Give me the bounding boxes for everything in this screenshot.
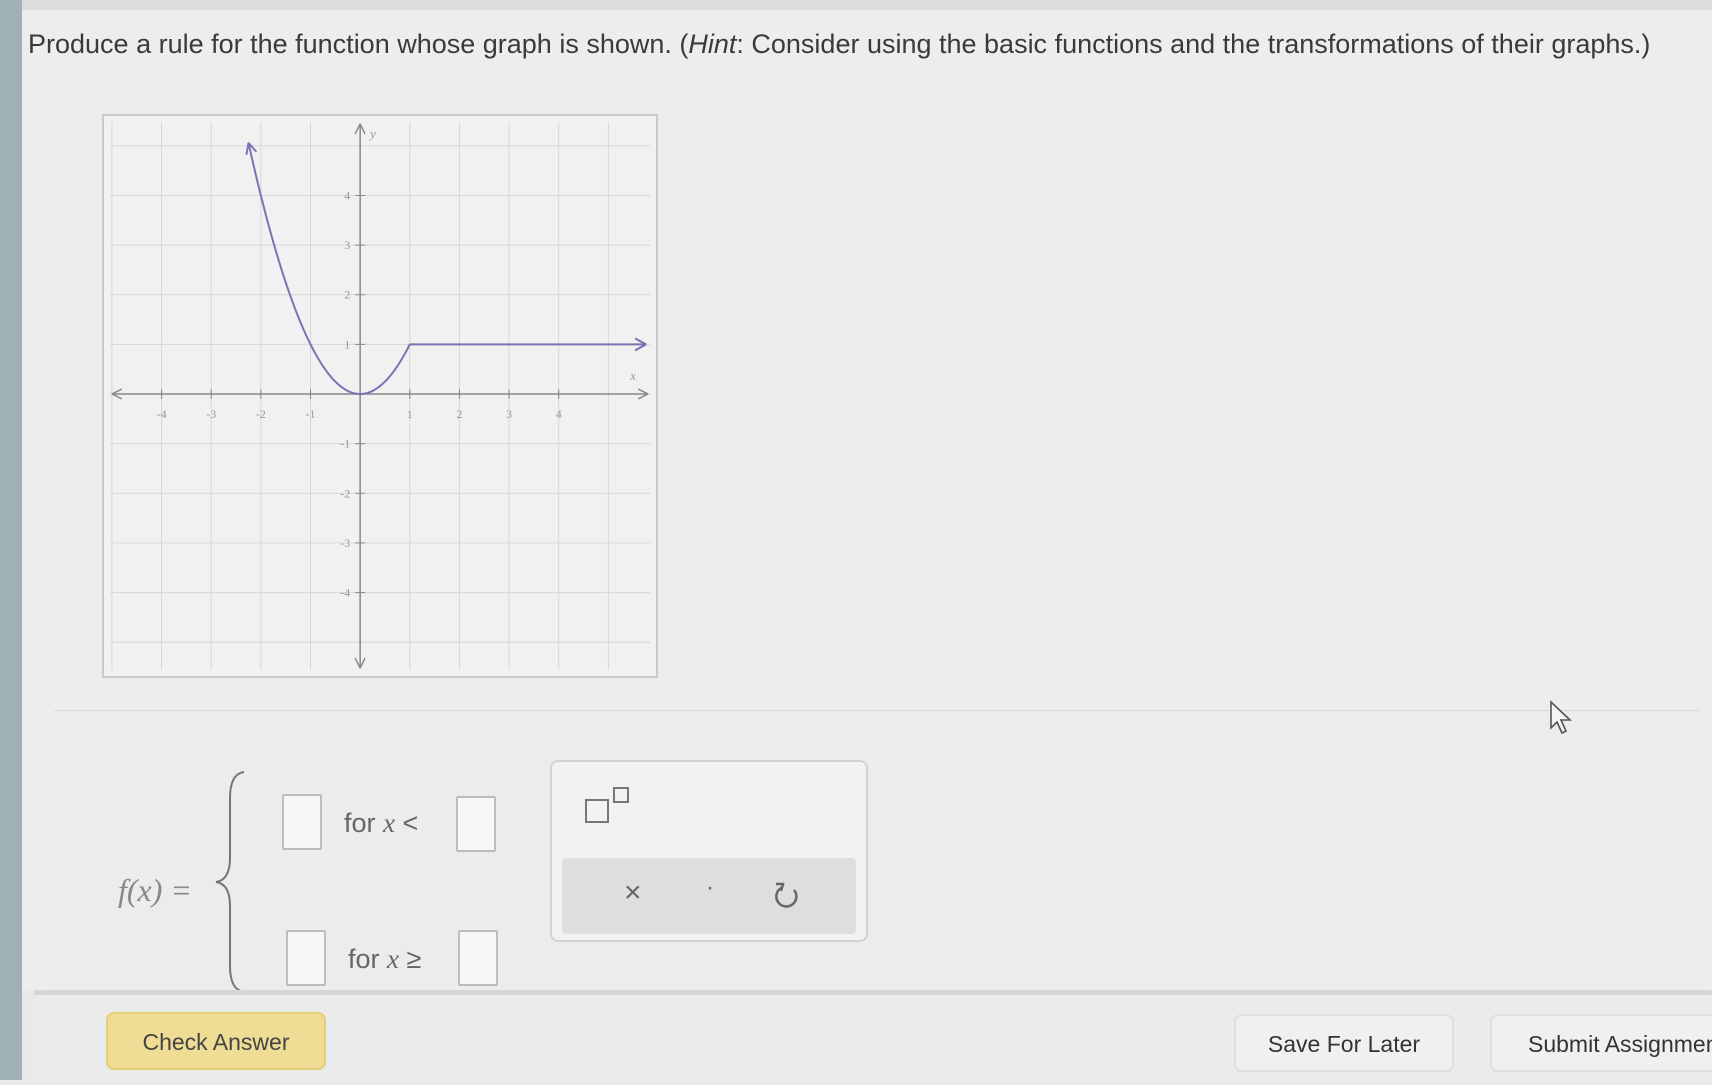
undo-icon[interactable]: [772, 880, 802, 912]
dot-button[interactable]: ·: [706, 874, 714, 902]
piece2-for-text: for: [348, 944, 388, 974]
piecewise-brace: [215, 771, 245, 993]
hint-label: Hint: [688, 29, 737, 59]
y-axis-label: y: [368, 127, 376, 141]
question-text-before-hint: Produce a rule for the function whose gr…: [28, 29, 689, 59]
x-tick-label: -1: [306, 407, 316, 421]
function-label: f(x) =: [118, 872, 192, 908]
question-text-after-hint: : Consider using the basic functions and…: [736, 29, 1651, 59]
x-tick-label: 2: [456, 407, 462, 421]
math-palette: × ·: [550, 760, 868, 942]
y-tick-label: 4: [344, 188, 350, 202]
piece1-variable: x: [383, 808, 395, 838]
save-for-later-button[interactable]: Save For Later: [1234, 1014, 1454, 1072]
question-prompt: Produce a rule for the function whose gr…: [28, 26, 1678, 62]
y-tick-label: -3: [340, 536, 350, 550]
parabola-curve: [247, 142, 411, 396]
piece1-condition-label: for x <: [344, 808, 418, 839]
piece1-operator: <: [395, 808, 419, 838]
x-tick-label: 4: [556, 407, 562, 421]
exponent-icon[interactable]: [584, 786, 644, 830]
x-tick-label: 1: [407, 407, 413, 421]
piece1-bound-input[interactable]: [456, 796, 496, 852]
piece2-bound-input[interactable]: [458, 930, 498, 986]
piece2-condition-label: for x ≥: [348, 944, 421, 975]
x-tick-label: -3: [206, 407, 216, 421]
piece1-expression-input[interactable]: [282, 794, 322, 850]
y-tick-label: -4: [340, 586, 350, 600]
x-tick-label: 3: [506, 407, 512, 421]
left-edge-strip: [0, 0, 22, 1080]
piece1-for-text: for: [344, 808, 384, 838]
y-tick-label: 1: [344, 337, 350, 351]
y-tick-label: -2: [340, 486, 350, 500]
function-graph: -4 -3 -2 -1 1 2 3 4 4 3 2 1 -1 -2 -3 -4 x y: [102, 114, 658, 678]
palette-actions-row: × ·: [562, 858, 856, 934]
mouse-cursor-icon: [1550, 700, 1573, 735]
y-tick-label: -1: [340, 437, 350, 451]
x-tick-label: -4: [157, 407, 167, 421]
piece2-variable: x: [387, 944, 399, 974]
y-tick-label: 3: [344, 238, 350, 252]
submit-assignment-button[interactable]: Submit Assignmen: [1490, 1014, 1712, 1072]
x-tick-label: -2: [256, 407, 266, 421]
piece2-operator: ≥: [399, 944, 422, 974]
graph-svg: -4 -3 -2 -1 1 2 3 4 4 3 2 1 -1 -2 -3 -4 x y: [109, 121, 651, 671]
piece2-expression-input[interactable]: [286, 930, 326, 986]
x-axis-label: x: [629, 369, 636, 383]
clear-button[interactable]: ×: [624, 876, 642, 910]
y-tick-label: 2: [344, 288, 350, 302]
check-answer-button[interactable]: Check Answer: [106, 1012, 326, 1070]
